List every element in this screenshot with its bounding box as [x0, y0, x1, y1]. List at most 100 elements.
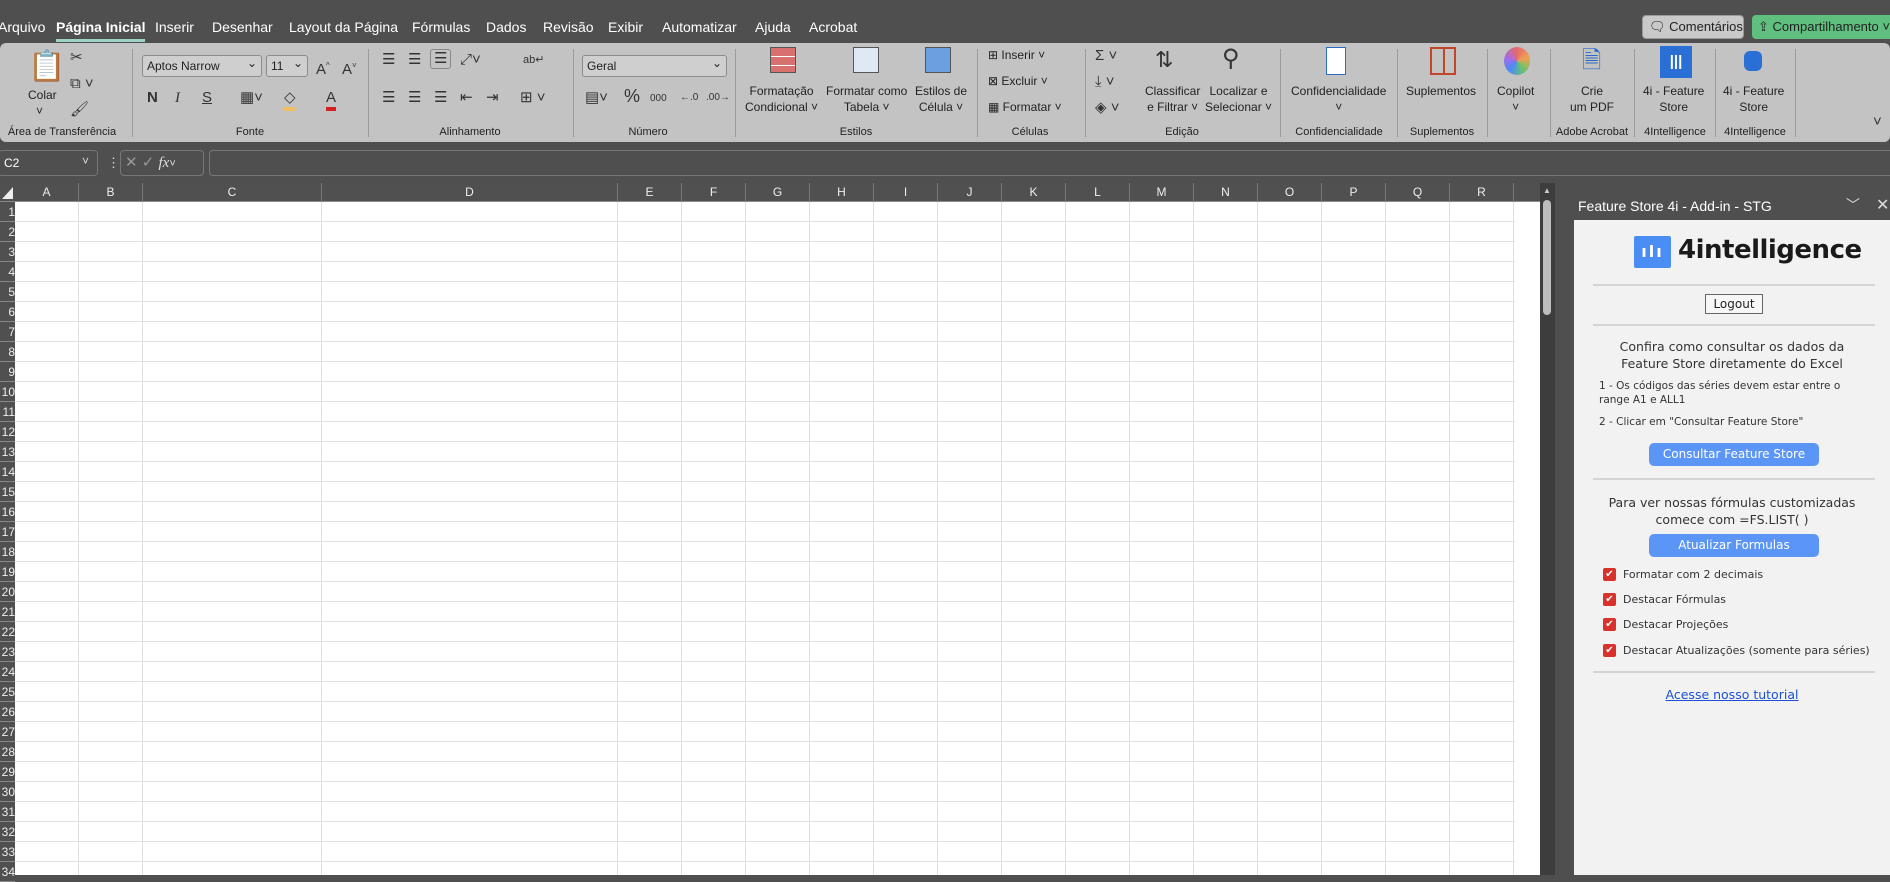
column-header-e[interactable]: E	[618, 183, 682, 202]
decrease-font-icon[interactable]: A˅	[342, 57, 357, 79]
tab-inserir[interactable]: Inserir	[155, 19, 194, 35]
cancel-icon[interactable]: ✕	[125, 154, 138, 171]
update-formulas-button[interactable]: Atualizar Formulas	[1649, 534, 1819, 557]
format-cells-button[interactable]: ▦ Formatar ˅	[988, 92, 1062, 122]
accounting-format-icon[interactable]: ▤˅	[585, 89, 608, 107]
cut-icon[interactable]: ✂	[70, 49, 83, 67]
borders-icon[interactable]: ▦˅	[240, 89, 263, 107]
name-box-dropdown-icon[interactable]: ˅	[82, 154, 89, 168]
tab-automatizar[interactable]: Automatizar	[662, 19, 737, 35]
find-select-button[interactable]: Localizar e Selecionar ˅	[1205, 83, 1272, 115]
copy-icon[interactable]: ⧉ ˅	[70, 75, 94, 93]
row-header[interactable]: 28	[0, 742, 15, 762]
column-header-l[interactable]: L	[1066, 183, 1130, 202]
paste-icon[interactable]: 📋	[28, 51, 65, 83]
tab-acrobat[interactable]: Acrobat	[809, 19, 857, 35]
autosum-icon[interactable]: Σ ˅	[1095, 47, 1117, 65]
increase-decimal-icon[interactable]: ←.0	[680, 89, 698, 107]
paste-dropdown-icon[interactable]: ˅	[36, 103, 43, 119]
tab-pagina-inicial[interactable]: Página Inicial	[56, 19, 146, 42]
paste-button[interactable]: Colar	[28, 87, 57, 103]
row-header[interactable]: 14	[0, 462, 15, 482]
feature-store-button-1[interactable]: 4i - Feature Store	[1643, 83, 1704, 115]
row-header[interactable]: 33	[0, 842, 15, 862]
row-header[interactable]: 2	[0, 222, 15, 242]
align-center-icon[interactable]: ☰	[408, 89, 421, 107]
row-header[interactable]: 13	[0, 442, 15, 462]
row-header[interactable]: 5	[0, 282, 15, 302]
tab-exibir[interactable]: Exibir	[608, 19, 643, 35]
option-checkbox-updates[interactable]: ✔	[1603, 644, 1616, 657]
row-header[interactable]: 26	[0, 702, 15, 722]
column-header-m[interactable]: M	[1130, 183, 1194, 202]
scrollbar-thumb[interactable]	[1543, 200, 1551, 315]
tab-arquivo[interactable]: Arquivo	[0, 19, 45, 35]
row-header[interactable]: 1	[0, 202, 15, 222]
row-header[interactable]: 3	[0, 242, 15, 262]
row-header[interactable]: 27	[0, 722, 15, 742]
column-header-i[interactable]: I	[874, 183, 938, 202]
column-header-p[interactable]: P	[1322, 183, 1386, 202]
font-size-select[interactable]: 11	[266, 55, 308, 77]
fill-color-icon[interactable]: ◇	[284, 89, 296, 111]
insert-function-icon[interactable]: fx	[159, 155, 170, 171]
format-table-button[interactable]: Formatar como Tabela ˅	[826, 83, 907, 115]
tab-desenhar[interactable]: Desenhar	[212, 19, 273, 35]
confidentiality-button[interactable]: Confidencialidade ˅	[1291, 83, 1386, 115]
row-header[interactable]: 24	[0, 662, 15, 682]
column-header-o[interactable]: O	[1258, 183, 1322, 202]
row-header[interactable]: 15	[0, 482, 15, 502]
font-name-select[interactable]: Aptos Narrow	[142, 55, 262, 77]
select-all-icon[interactable]	[2, 187, 13, 199]
align-right-icon[interactable]: ☰	[434, 89, 447, 107]
column-header-b[interactable]: B	[79, 183, 143, 202]
row-header[interactable]: 18	[0, 542, 15, 562]
copilot-button[interactable]: Copilot ˅	[1497, 83, 1534, 115]
column-header-f[interactable]: F	[682, 183, 746, 202]
row-header[interactable]: 6	[0, 302, 15, 322]
scroll-up-icon[interactable]: ▲	[1543, 186, 1551, 195]
row-header[interactable]: 9	[0, 362, 15, 382]
increase-font-icon[interactable]: A^	[316, 57, 330, 79]
create-pdf-button[interactable]: Crie um PDF	[1570, 83, 1614, 115]
row-header[interactable]: 20	[0, 582, 15, 602]
tab-ajuda[interactable]: Ajuda	[755, 19, 791, 35]
feature-store-button-2[interactable]: 4i - Feature Store	[1723, 83, 1784, 115]
consult-feature-store-button[interactable]: Consultar Feature Store	[1649, 443, 1819, 466]
column-header-h[interactable]: H	[810, 183, 874, 202]
row-header[interactable]: 16	[0, 502, 15, 522]
bold-button[interactable]: N	[147, 89, 158, 107]
row-header[interactable]: 22	[0, 622, 15, 642]
enter-icon[interactable]: ✓	[142, 154, 155, 171]
logout-button[interactable]: Logout	[1705, 294, 1763, 314]
format-painter-icon[interactable]: 🖌	[70, 101, 89, 119]
clear-icon[interactable]: ◈ ˅	[1095, 99, 1119, 117]
vertical-scrollbar[interactable]: ▲	[1540, 183, 1555, 875]
column-header-a[interactable]: A	[15, 183, 79, 202]
align-top-icon[interactable]: ☰	[382, 51, 395, 69]
column-header-k[interactable]: K	[1002, 183, 1066, 202]
row-header[interactable]: 11	[0, 402, 15, 422]
option-checkbox-formulas[interactable]: ✔	[1603, 593, 1616, 606]
row-header[interactable]: 19	[0, 562, 15, 582]
tab-dados[interactable]: Dados	[486, 19, 526, 35]
row-header[interactable]: 34	[0, 862, 15, 882]
row-header[interactable]: 30	[0, 782, 15, 802]
column-header-d[interactable]: D	[322, 183, 618, 202]
align-left-icon[interactable]: ☰	[382, 89, 395, 107]
merge-center-icon[interactable]: ⊞ ˅	[520, 89, 546, 107]
pane-options-icon[interactable]: ﹀	[1846, 195, 1860, 215]
tab-layout[interactable]: Layout da Página	[289, 19, 398, 35]
decrease-decimal-icon[interactable]: .00→	[706, 89, 730, 107]
column-header-q[interactable]: Q	[1386, 183, 1450, 202]
italic-button[interactable]: I	[175, 89, 180, 107]
row-header[interactable]: 7	[0, 322, 15, 342]
row-header[interactable]: 25	[0, 682, 15, 702]
tab-revisao[interactable]: Revisão	[543, 19, 594, 35]
row-header[interactable]: 32	[0, 822, 15, 842]
percent-icon[interactable]: %	[624, 87, 640, 105]
align-middle-icon[interactable]: ☰	[408, 51, 421, 69]
row-header[interactable]: 29	[0, 762, 15, 782]
font-color-icon[interactable]: A	[326, 89, 337, 111]
formula-input[interactable]	[209, 150, 1890, 176]
